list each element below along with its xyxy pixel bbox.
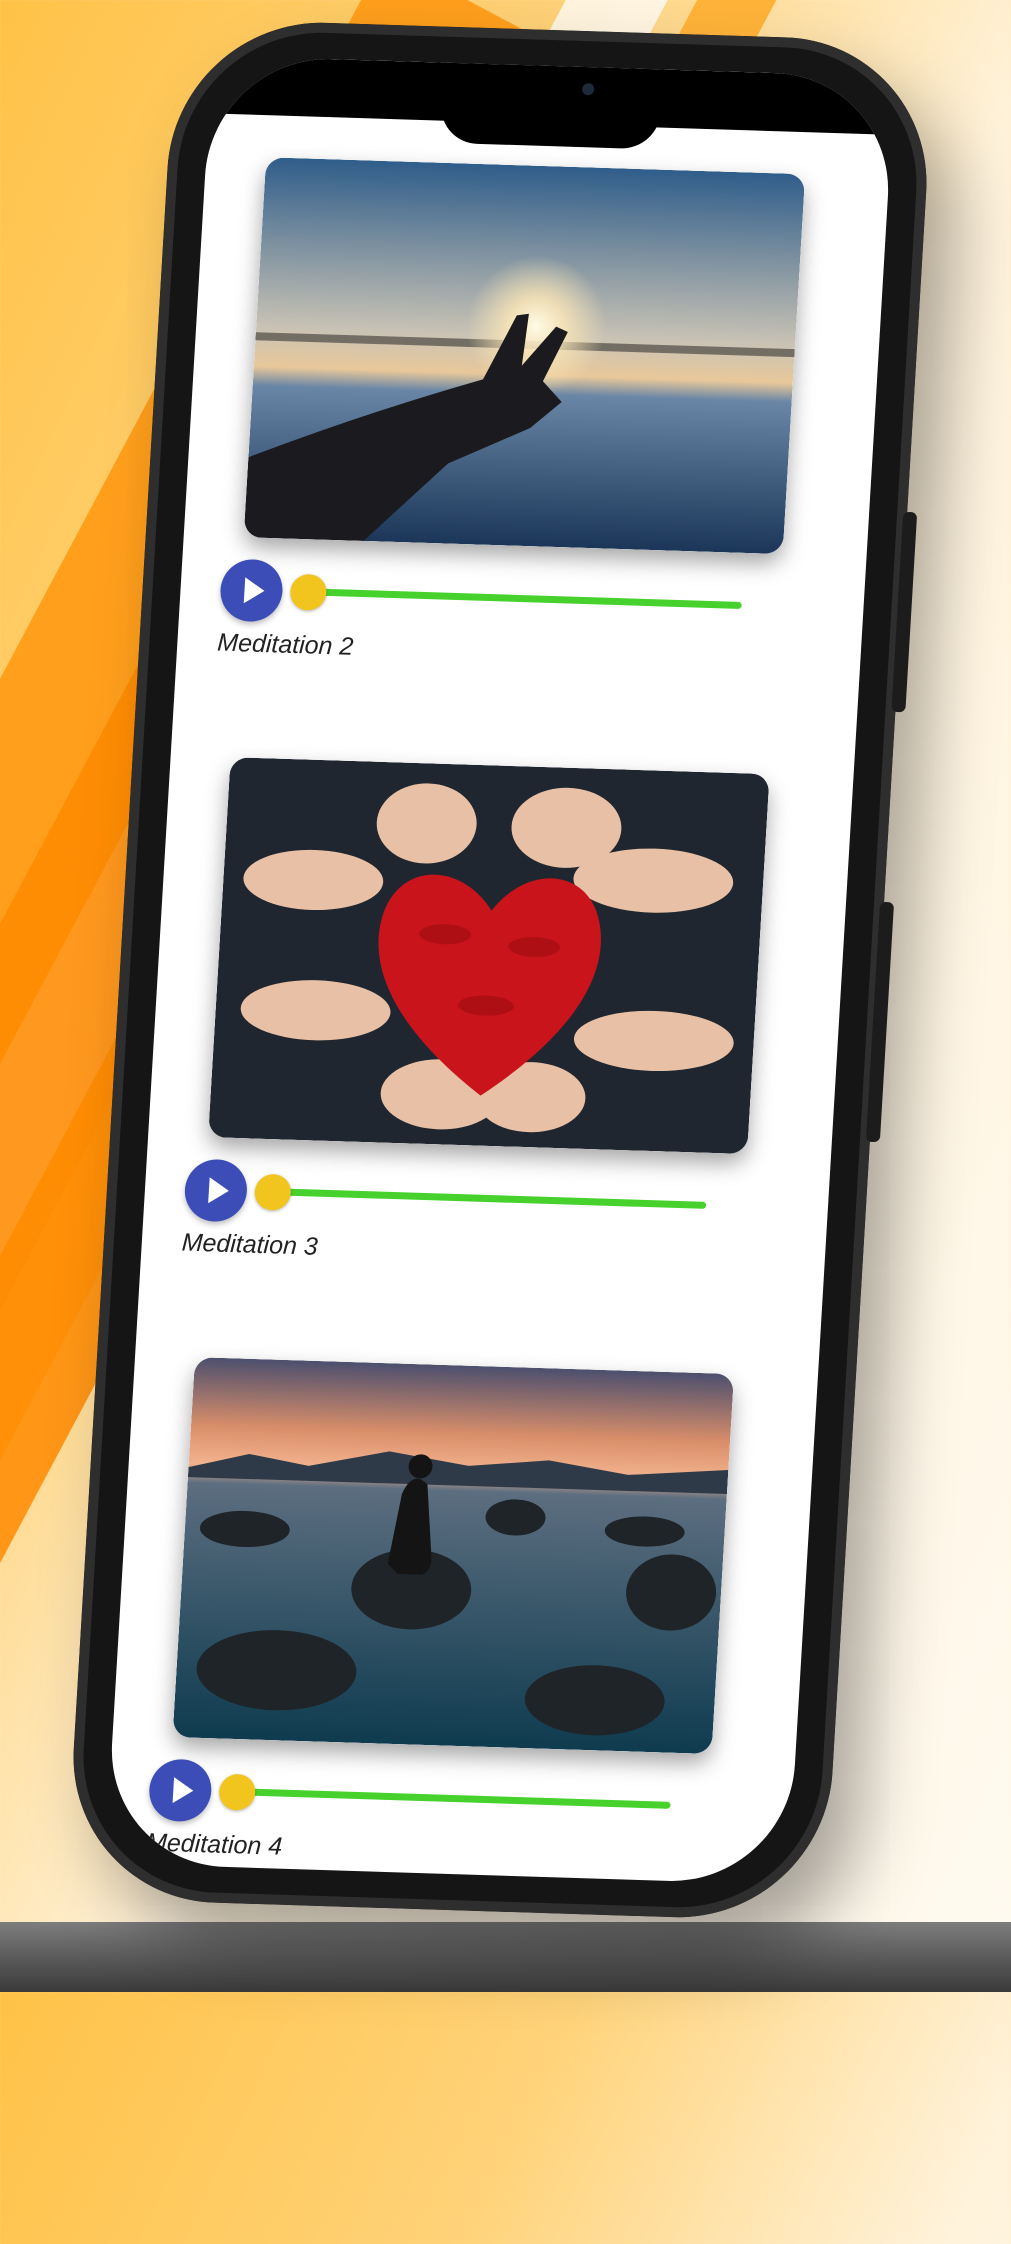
- track-image-meditation-2[interactable]: [243, 157, 806, 555]
- side-button: [865, 901, 895, 1143]
- phone-mockup: Meditation 2 Meditation 3 Meditation 4: [64, 18, 936, 1922]
- app-screen: Meditation 2 Meditation 3 Meditation 4: [104, 55, 896, 1885]
- track-player: Meditation 4: [145, 1758, 750, 1867]
- play-button[interactable]: [183, 1158, 249, 1223]
- play-button[interactable]: [218, 558, 285, 623]
- progress-knob[interactable]: [218, 1773, 257, 1811]
- person-sitting-on-rock-photo: [172, 1357, 735, 1755]
- track-player: Meditation 2: [216, 558, 821, 668]
- track-label: Meditation 4: [145, 1828, 284, 1861]
- progress-track[interactable]: [266, 1188, 707, 1209]
- progress-track[interactable]: [231, 1788, 671, 1809]
- notch: [439, 62, 664, 150]
- side-button: [891, 511, 918, 713]
- track-image-meditation-3[interactable]: [208, 757, 770, 1155]
- painted-heart-hands-photo: [208, 757, 770, 1155]
- floor-surface: [0, 1922, 1011, 1992]
- play-icon: [172, 1777, 195, 1804]
- play-icon: [243, 577, 266, 604]
- play-icon: [208, 1177, 230, 1204]
- track-label: Meditation 3: [180, 1228, 319, 1261]
- track-label: Meditation 2: [216, 628, 355, 661]
- progress-knob[interactable]: [289, 573, 328, 611]
- play-button[interactable]: [147, 1758, 214, 1823]
- progress-track[interactable]: [302, 588, 742, 609]
- track-image-meditation-4[interactable]: [172, 1357, 735, 1755]
- progress-knob[interactable]: [253, 1173, 292, 1211]
- track-player: Meditation 3: [181, 1158, 785, 1267]
- sunset-hand-photo: [243, 157, 806, 555]
